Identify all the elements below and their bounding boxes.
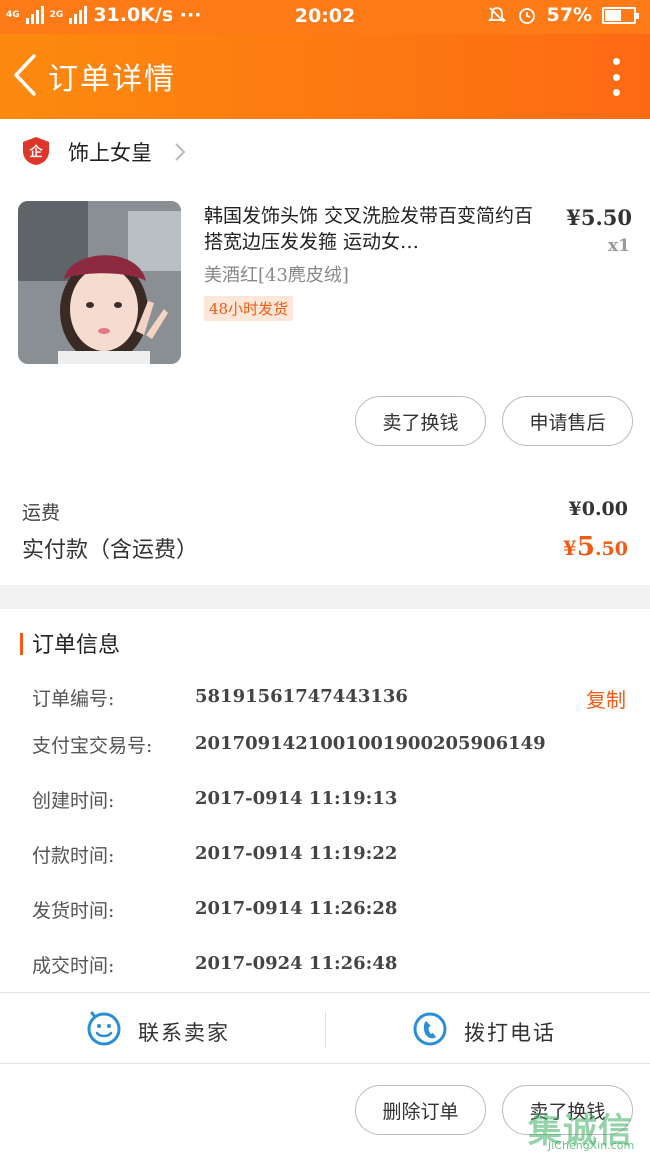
product-title: 韩国发饰头饰 交叉洗脸发带百变简约百搭宽边压发发箍 运动女… [204, 205, 534, 253]
product-photo [18, 201, 181, 364]
info-label: 创建时间: [32, 790, 115, 812]
info-value: 58191561747443136 [195, 686, 408, 707]
watermark-url: JiChengXin.com [548, 1139, 635, 1152]
shop-badge-text: 企 [28, 144, 43, 160]
sell-item-button[interactable]: 卖了换钱 [355, 396, 486, 446]
order-info-title: 订单信息 [32, 633, 121, 658]
total-paid-label: 实付款（含运费） [22, 538, 199, 563]
info-value: 2017091421001001900205906149 [195, 733, 546, 754]
alarm-icon [518, 8, 535, 24]
top-nav: 订单详情 [0, 34, 650, 119]
total-paid-currency: ¥ [562, 536, 577, 560]
call-phone-button[interactable]: 拨打电话 [326, 993, 650, 1065]
info-row-created: 创建时间: 2017-0914 11:19:13 [0, 786, 650, 816]
product-quantity: x1 [608, 236, 630, 256]
product-sku: 美酒红[43麂皮绒] [204, 265, 349, 286]
product-price: ¥5.50 [566, 205, 632, 230]
info-label: 发货时间: [32, 900, 115, 922]
back-arrow-icon[interactable] [8, 52, 44, 98]
shipping-badge: 48小时发货 [204, 296, 294, 321]
info-label: 付款时间: [32, 845, 115, 867]
more-menu-icon[interactable] [612, 58, 620, 96]
info-value: 2017-0924 11:26:48 [195, 953, 398, 974]
info-label: 支付宝交易号: [32, 735, 153, 757]
info-row-paid: 付款时间: 2017-0914 11:19:22 [0, 841, 650, 871]
section-accent-bar [20, 633, 23, 655]
shop-name: 饰上女皇 [68, 141, 152, 165]
copy-order-number-button[interactable]: 复制 [586, 684, 626, 713]
contact-seller-button[interactable]: 联系卖家 [0, 993, 325, 1065]
status-bar: 4G 2G 31.0K/s ··· 20:02 57% [0, 0, 650, 34]
status-right: 57% [487, 4, 639, 26]
shipping-fee-label: 运费 [22, 502, 61, 524]
info-label: 订单编号: [32, 688, 115, 710]
info-row-order-number: 订单编号: 58191561747443136 复制 [0, 684, 650, 714]
delete-order-button[interactable]: 删除订单 [355, 1085, 486, 1135]
request-aftersale-button[interactable]: 申请售后 [502, 396, 633, 446]
info-label: 成交时间: [32, 955, 115, 977]
shop-row[interactable]: 企 饰上女皇 [0, 119, 650, 183]
info-value: 2017-0914 11:19:13 [195, 788, 398, 809]
phone-icon [413, 1012, 447, 1046]
total-paid-int: 5 [576, 532, 595, 562]
info-row-shipped: 发货时间: 2017-0914 11:26:28 [0, 896, 650, 926]
section-divider [0, 585, 650, 609]
shop-badge-icon: 企 [23, 137, 49, 165]
call-phone-label: 拨打电话 [464, 1021, 556, 1045]
chevron-right-icon [175, 143, 186, 161]
battery-percent: 57% [546, 4, 592, 26]
total-paid-value: ¥5.50 [563, 532, 628, 562]
total-paid-dec: .50 [594, 538, 628, 560]
site-watermark: 集诚信 JiChengXin.com [528, 1103, 648, 1153]
product-thumbnail[interactable] [18, 201, 181, 364]
battery-icon [602, 6, 639, 24]
mute-bell-icon [487, 7, 506, 23]
order-info-header: 订单信息 [0, 609, 650, 675]
info-value: 2017-0914 11:26:28 [195, 898, 398, 919]
info-row-completed: 成交时间: 2017-0924 11:26:48 [0, 951, 650, 981]
product-item[interactable]: 韩国发饰头饰 交叉洗脸发带百变简约百搭宽边压发发箍 运动女… 美酒红[43麂皮绒… [0, 183, 650, 383]
page-title: 订单详情 [48, 62, 176, 97]
info-value: 2017-0914 11:19:22 [195, 843, 398, 864]
contact-bar: 联系卖家 拨打电话 [0, 992, 650, 1064]
info-row-alipay-trade: 支付宝交易号: 2017091421001001900205906149 [0, 731, 650, 761]
contact-seller-label: 联系卖家 [138, 1021, 230, 1045]
shipping-fee-value: ¥0.00 [568, 498, 629, 520]
chat-smile-icon [87, 1011, 121, 1046]
